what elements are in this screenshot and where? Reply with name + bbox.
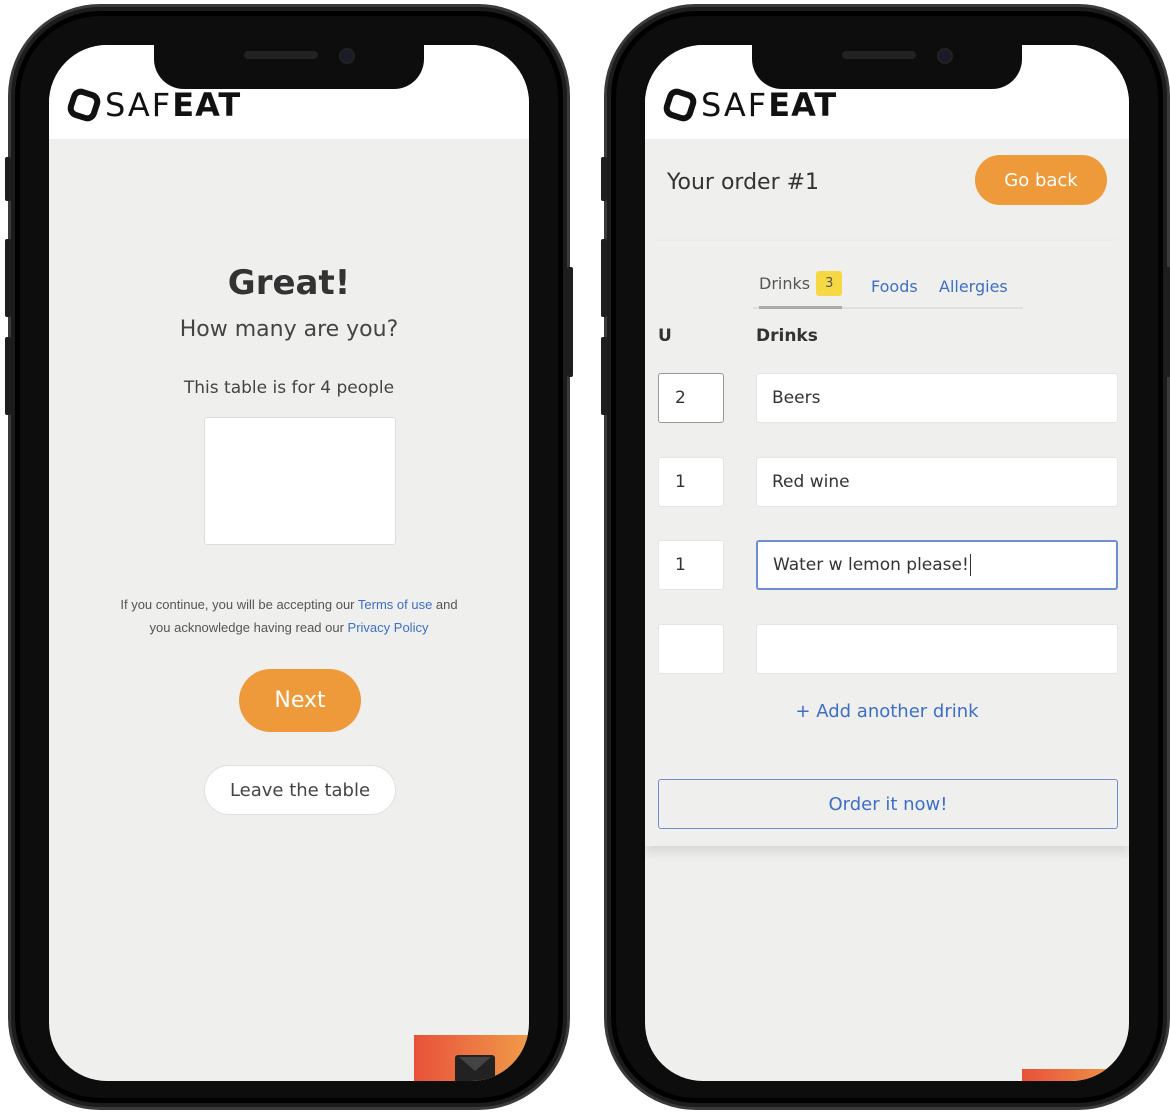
tab-foods[interactable]: Foods [871, 277, 918, 296]
leave-table-button[interactable]: Leave the table [204, 765, 396, 815]
phone-volume-down [601, 337, 607, 415]
terms-of-use-link[interactable]: Terms of use [358, 597, 432, 612]
logo-text-bold: EAT [172, 86, 242, 124]
page-title: Great! [227, 263, 351, 303]
quantity-input[interactable]: 1 [658, 540, 724, 590]
phone-power-button [1165, 267, 1170, 377]
logo-text-light: SAF [105, 86, 173, 124]
safeat-logo[interactable]: SAF EAT [65, 85, 242, 125]
next-button[interactable]: Next [239, 669, 361, 732]
phone-frame-right: SAF EAT Your order #1 Go back Drinks 3 F… [601, 4, 1170, 1110]
quantity-input[interactable] [658, 624, 724, 674]
phone-volume-down [5, 337, 11, 415]
add-another-drink-link[interactable]: + Add another drink [645, 701, 1129, 722]
front-camera [937, 48, 953, 64]
tab-drinks[interactable]: Drinks 3 [759, 271, 843, 309]
drinks-count-badge: 3 [816, 271, 843, 296]
drink-name-input-active[interactable]: Water w lemon please! [756, 540, 1118, 590]
order-title: Your order #1 [667, 170, 820, 195]
logo-mark-icon [65, 86, 103, 124]
logo-mark-icon [661, 86, 699, 124]
quantity-input[interactable]: 2 [658, 373, 724, 423]
legal-text-2: and [432, 597, 458, 612]
legal-text-1: If you continue, you will be accepting o… [120, 597, 358, 612]
quantity-column-header: U [658, 326, 672, 346]
tab-allergies[interactable]: Allergies [939, 277, 1008, 296]
logo-text-bold: EAT [768, 86, 838, 124]
contact-button[interactable] [414, 1035, 529, 1081]
phone-mute-switch [5, 157, 11, 201]
front-camera [339, 48, 355, 64]
drink-name-input[interactable]: Beers [756, 373, 1118, 423]
phone-mute-switch [601, 157, 607, 201]
phone-power-button [567, 267, 573, 377]
screen-right: SAF EAT Your order #1 Go back Drinks 3 F… [645, 45, 1129, 1081]
phone-notch [752, 31, 1022, 89]
go-back-button[interactable]: Go back [975, 155, 1107, 205]
legal-notice: If you continue, you will be accepting o… [49, 593, 529, 639]
safeat-logo[interactable]: SAF EAT [661, 85, 838, 125]
speaker-grille [244, 51, 318, 59]
tab-drinks-label: Drinks [759, 274, 811, 293]
category-tabs: Drinks 3 Foods Allergies [753, 263, 1023, 309]
order-now-button[interactable]: Order it now! [658, 779, 1118, 829]
screen-left: SAF EAT Great! How many are you? This ta… [49, 45, 529, 1081]
drink-name-value: Water w lemon please! [773, 555, 969, 575]
phone-volume-up [5, 239, 11, 317]
quantity-input[interactable]: 1 [658, 457, 724, 507]
drink-name-input[interactable] [756, 624, 1118, 674]
phone-frame-left: SAF EAT Great! How many are you? This ta… [5, 4, 573, 1110]
legal-text-3: you acknowledge having read our [149, 620, 348, 635]
speaker-grille [842, 51, 916, 59]
people-count-input[interactable] [204, 417, 396, 545]
phone-notch [154, 31, 424, 89]
table-capacity-text: This table is for 4 people [183, 378, 395, 398]
mail-icon [455, 1055, 495, 1081]
drinks-column-header: Drinks [756, 326, 818, 346]
contact-button[interactable] [1022, 1069, 1129, 1081]
text-caret [969, 554, 971, 576]
privacy-policy-link[interactable]: Privacy Policy [348, 620, 429, 635]
phone-volume-up [601, 239, 607, 317]
drink-name-input[interactable]: Red wine [756, 457, 1118, 507]
logo-text-light: SAF [701, 86, 769, 124]
page-subtitle: How many are you? [179, 317, 399, 342]
